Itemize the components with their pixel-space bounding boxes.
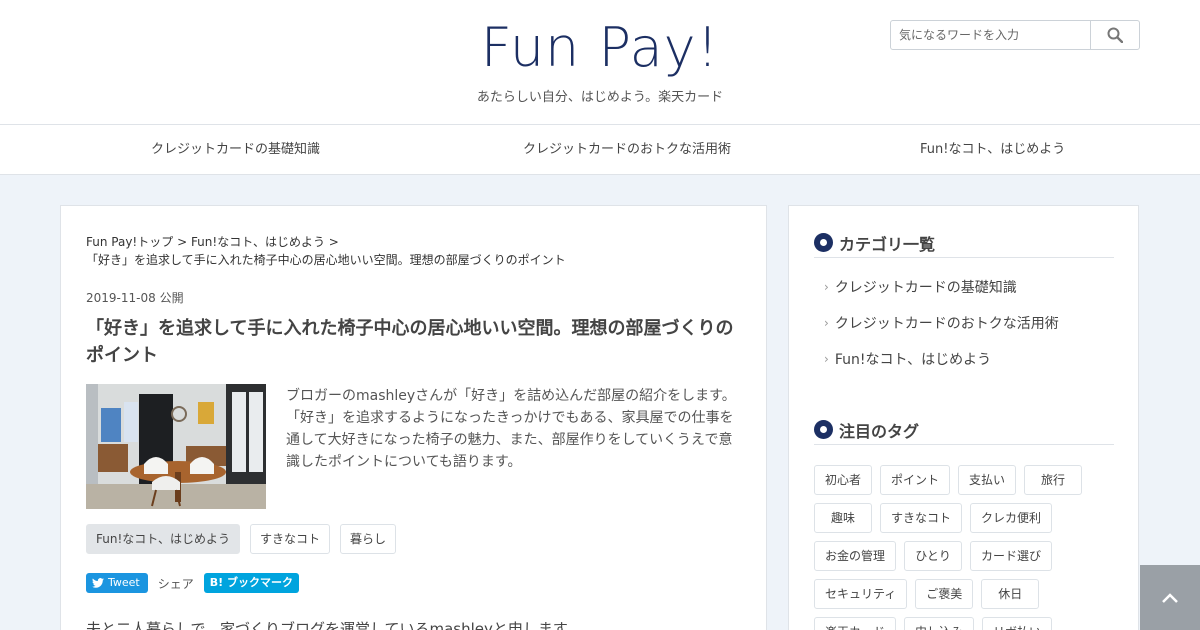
chevron-right-icon: › [824,352,829,366]
bullet-icon [814,420,833,439]
tags-heading-text: 注目のタグ [839,421,920,441]
tag-link[interactable]: セキュリティ [814,579,908,609]
tag-cloud: 初心者 ポイント 支払い 旅行 趣味 すきなコト クレカ便利 お金の管理 ひとり… [814,465,1114,630]
tag-link[interactable]: 申し込み [904,617,975,630]
tag-link[interactable]: 趣味 [814,503,872,533]
nav-item-tips[interactable]: クレジットカードのおトクな活用術 [523,125,731,174]
tweet-label: Tweet [108,576,140,589]
category-link-label: クレジットカードの基礎知識 [834,280,1017,296]
search-button[interactable] [1091,21,1139,49]
categories-heading: カテゴリ一覧 [814,228,1114,258]
article-title[interactable]: 「好き」を追求して手に入れた椅子中心の居心地いい空間。理想の部屋づくりのポイント [86,315,746,369]
search-box [890,20,1140,50]
tag-link[interactable]: 初心者 [814,465,873,495]
breadcrumb-separator: > [324,235,339,249]
category-link-tips[interactable]: › クレジットカードのおトクな活用術 [824,313,1059,333]
article-thumbnail[interactable] [86,384,266,509]
article-tag-category[interactable]: Fun!なコト、はじめよう [86,524,241,554]
search-icon [1107,27,1123,43]
article-tag[interactable]: 暮らし [340,524,397,554]
category-link-label: クレジットカードのおトクな活用術 [834,316,1059,332]
tag-link[interactable]: すきなコト [880,503,963,533]
chevron-right-icon: › [824,316,829,330]
site-tagline: あたらしい自分、はじめよう。楽天カード [476,90,724,105]
tag-link[interactable]: リボ払い [982,617,1053,630]
tweet-button[interactable]: Tweet [86,573,148,593]
publish-date: 2019-11-08 公開 [86,289,184,306]
article-tag[interactable]: すきなコト [250,524,331,554]
breadcrumb: Fun Pay!トップ > Fun!なコト、はじめよう > 「好き」を追求して手… [86,233,746,269]
article-body-start: 夫と二人暮らしで、家づくりブログを運営しているmashleyと申します。 [86,620,582,630]
breadcrumb-category[interactable]: Fun!なコト、はじめよう [191,235,325,249]
twitter-bird-icon [92,578,104,588]
site-header: Fun Pay! あたらしい自分、はじめよう。楽天カード [0,0,1200,125]
tag-link[interactable]: ひとり [904,541,963,571]
article-excerpt: ブロガーのmashleyさんが「好き」を詰め込んだ部屋の紹介をします。「好き」を… [286,388,736,470]
chevron-right-icon: › [824,280,829,294]
search-input[interactable] [891,21,1091,49]
tag-link[interactable]: お金の管理 [814,541,897,571]
nav-item-basics[interactable]: クレジットカードの基礎知識 [151,125,320,174]
tag-link[interactable]: ポイント [880,465,951,495]
share-label: シェア [157,576,194,591]
nav-item-fun[interactable]: Fun!なコト、はじめよう [920,125,1065,174]
tag-link[interactable]: クレカ便利 [970,503,1053,533]
sidebar: カテゴリ一覧 › クレジットカードの基礎知識 › クレジットカードのおトクな活用… [788,205,1139,630]
hatena-bookmark-button[interactable]: B! ブックマーク [203,573,299,593]
tag-link[interactable]: 休日 [981,579,1040,609]
category-link-fun[interactable]: › Fun!なコト、はじめよう [824,349,991,369]
share-bar: Tweet シェア B! ブックマーク [86,573,299,593]
article-tags: Fun!なコト、はじめよう すきなコト 暮らし [86,524,397,554]
chevron-up-icon [1162,592,1178,603]
breadcrumb-current: 「好き」を追求して手に入れた椅子中心の居心地いい空間。理想の部屋づくりのポイント [86,253,566,267]
tag-link[interactable]: 楽天カード [814,617,897,630]
tag-link[interactable]: 支払い [958,465,1017,495]
category-link-basics[interactable]: › クレジットカードの基礎知識 [824,277,1017,297]
global-nav: クレジットカードの基礎知識 クレジットカードのおトクな活用術 Fun!なコト、は… [0,125,1200,175]
room-photo [86,384,266,509]
breadcrumb-home[interactable]: Fun Pay!トップ [86,235,173,249]
category-link-label: Fun!なコト、はじめよう [834,352,992,368]
breadcrumb-separator: > [173,235,191,249]
tag-link[interactable]: 旅行 [1024,465,1083,495]
tag-link[interactable]: カード選び [970,541,1053,571]
tag-link[interactable]: ご褒美 [915,579,974,609]
back-to-top-button[interactable] [1140,565,1200,630]
categories-heading-text: カテゴリ一覧 [839,234,936,254]
site-logo[interactable]: Fun Pay! [400,12,800,84]
publish-date-label: 公開 [159,291,184,305]
bullet-icon [814,233,833,252]
tags-heading: 注目のタグ [814,415,1114,445]
publish-date-value: 2019-11-08 [86,291,156,305]
article-card: Fun Pay!トップ > Fun!なコト、はじめよう > 「好き」を追求して手… [60,205,767,630]
